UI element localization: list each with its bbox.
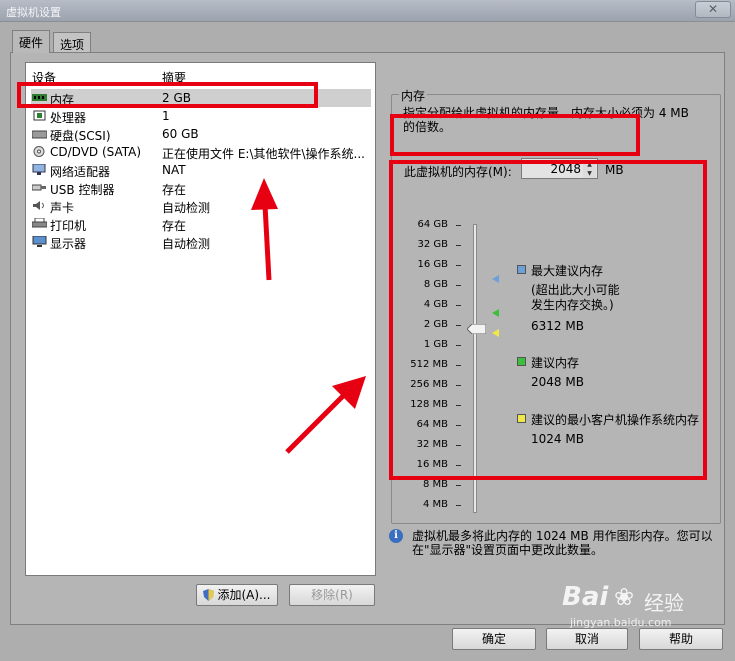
tab-options[interactable]: 选项 xyxy=(53,32,92,53)
list-item-usb[interactable]: USB 控制器 存在 xyxy=(31,179,371,197)
title-bar: 虚拟机设置 ✕ xyxy=(0,0,735,22)
help-button[interactable]: 帮助 xyxy=(639,628,723,650)
device-name: 打印机 xyxy=(50,219,87,233)
cpu-icon xyxy=(32,110,47,121)
add-button-label: 添加(A)... xyxy=(217,588,271,602)
scale-tick-mark xyxy=(456,485,461,486)
disk-icon xyxy=(31,128,48,139)
usb-icon xyxy=(31,182,47,193)
device-summary: 自动检测 xyxy=(162,237,211,251)
remove-button[interactable]: 移除(R) xyxy=(289,584,375,606)
add-button[interactable]: 添加(A)... xyxy=(196,584,278,606)
device-name: 声卡 xyxy=(50,201,75,215)
list-item-disk[interactable]: 硬盘(SCSI) 60 GB xyxy=(31,125,371,143)
scale-tick-text: 4 MB xyxy=(422,499,448,510)
device-summary: 1 xyxy=(162,109,170,123)
list-item-sound[interactable]: 声卡 自动检测 xyxy=(31,197,371,215)
paw-icon: ❀ xyxy=(614,583,635,611)
display-icon xyxy=(32,235,47,247)
device-summary: 自动检测 xyxy=(162,201,211,215)
device-summary: 60 GB xyxy=(162,127,199,141)
cancel-button[interactable]: 取消 xyxy=(546,628,628,650)
device-name: 显示器 xyxy=(50,237,87,251)
tab-hardware[interactable]: 硬件 xyxy=(12,30,51,53)
close-icon[interactable]: ✕ xyxy=(695,1,731,18)
ok-button[interactable]: 确定 xyxy=(452,628,536,650)
memory-group-title: 内存 xyxy=(399,87,428,104)
list-item-cdrom[interactable]: CD/DVD (SATA) 正在使用文件 E:\其他软件\操作系统... xyxy=(31,143,371,161)
highlight-box-memory-scale xyxy=(389,160,707,480)
info-text: 虚拟机最多将此内存的 1024 MB 用作图形内存。您可以在"显示器"设置页面中… xyxy=(412,529,713,557)
baidu-watermark: Bai ❀ 经验 jingyan.baidu.com xyxy=(560,580,730,630)
device-summary: 正在使用文件 E:\其他软件\操作系统... xyxy=(162,147,365,161)
list-item-cpu[interactable]: 处理器 1 xyxy=(31,107,371,125)
watermark-brand2: 经验 xyxy=(644,591,684,615)
list-item-network[interactable]: 网络适配器 NAT xyxy=(31,161,371,179)
list-item-printer[interactable]: 打印机 存在 xyxy=(31,215,371,233)
shield-icon xyxy=(203,587,215,601)
watermark-url: jingyan.baidu.com xyxy=(570,616,672,629)
device-list[interactable]: 设备 摘要 内存 2 GB 处理器 1 硬盘(SCSI) 60 GB CD/DV… xyxy=(25,62,376,576)
device-name: 硬盘(SCSI) xyxy=(50,129,111,143)
printer-icon xyxy=(31,217,48,229)
list-item-display[interactable]: 显示器 自动检测 xyxy=(31,233,371,251)
device-summary: 存在 xyxy=(162,219,187,233)
watermark-brand: Bai xyxy=(562,582,609,612)
device-name: CD/DVD (SATA) xyxy=(50,145,142,159)
network-icon xyxy=(32,163,47,175)
device-name: USB 控制器 xyxy=(50,183,115,197)
scale-tick-text: 8 MB xyxy=(422,479,448,490)
device-summary: NAT xyxy=(162,163,186,177)
window-title: 虚拟机设置 xyxy=(6,6,61,19)
sound-icon xyxy=(32,200,47,211)
device-name: 处理器 xyxy=(50,111,87,125)
info-icon: i xyxy=(389,529,403,543)
highlight-box-memory-row xyxy=(17,82,318,108)
highlight-box-memory-field xyxy=(390,114,640,156)
device-name: 网络适配器 xyxy=(50,165,111,179)
scale-tick-label: 4 MB xyxy=(400,499,454,511)
scale-tick-mark xyxy=(456,505,461,506)
device-summary: 存在 xyxy=(162,183,187,197)
scale-tick-label: 8 MB xyxy=(400,479,454,491)
cdrom-icon xyxy=(32,146,47,157)
